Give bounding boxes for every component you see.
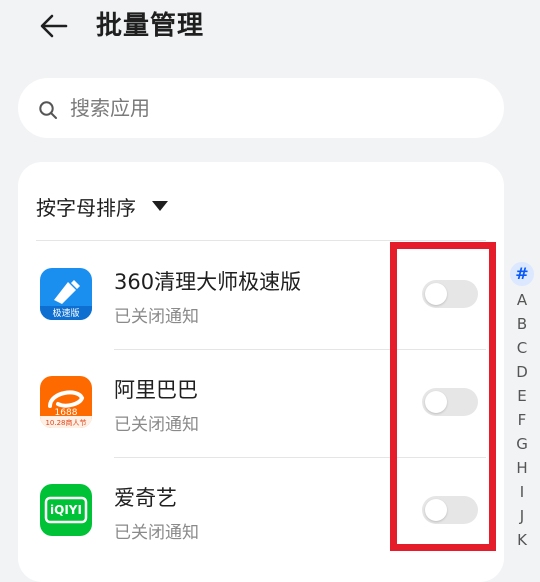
- list-item-app-alibaba: 1688 10.28商人节 阿里巴巴 已关闭通知: [18, 350, 504, 458]
- app-status: 已关闭通知: [114, 415, 199, 435]
- app-status: 已关闭通知: [114, 523, 199, 543]
- alphabet-index[interactable]: # A B C D E F G H I J K: [510, 262, 534, 552]
- search-input[interactable]: [70, 78, 470, 138]
- icon-caption: iQIYI: [50, 503, 82, 517]
- list-item-app-iqiyi: iQIYI 爱奇艺 已关闭通知: [18, 458, 504, 566]
- notification-toggle[interactable]: [422, 388, 478, 416]
- sort-dropdown[interactable]: 按字母排序: [36, 186, 168, 226]
- divider: [36, 240, 486, 241]
- alpha-index-letter[interactable]: H: [510, 456, 534, 480]
- page-title: 批量管理: [96, 11, 205, 41]
- search-icon: [39, 101, 57, 119]
- alpha-index-letter[interactable]: A: [510, 288, 534, 312]
- list-item-app-360: 极速版 360清理大师极速版 已关闭通知: [18, 242, 504, 350]
- toggle-knob: [425, 391, 447, 413]
- icon-caption: 极速版: [52, 309, 80, 319]
- alpha-index-hash[interactable]: #: [510, 262, 534, 286]
- icon-caption: 1688: [54, 408, 78, 418]
- alpha-index-letter[interactable]: G: [510, 432, 534, 456]
- app-name: 爱奇艺: [114, 486, 177, 510]
- alpha-index-letter[interactable]: F: [510, 408, 534, 432]
- alpha-index-letter[interactable]: B: [510, 312, 534, 336]
- alpha-index-letter[interactable]: J: [510, 504, 534, 528]
- toggle-knob: [425, 499, 447, 521]
- alpha-index-letter[interactable]: K: [510, 528, 534, 552]
- caret-down-icon: [152, 201, 168, 211]
- arrow-left-icon[interactable]: [36, 8, 72, 44]
- notification-toggle[interactable]: [422, 280, 478, 308]
- header: 批量管理: [0, 0, 540, 56]
- alpha-index-letter[interactable]: E: [510, 384, 534, 408]
- app-name: 阿里巴巴: [114, 378, 198, 402]
- alpha-index-letter[interactable]: D: [510, 360, 534, 384]
- app-name: 360清理大师极速版: [114, 270, 302, 294]
- app-status: 已关闭通知: [114, 307, 199, 327]
- notification-toggle[interactable]: [422, 496, 478, 524]
- alpha-index-letter[interactable]: I: [510, 480, 534, 504]
- icon-subcaption: 10.28商人节: [45, 419, 87, 427]
- alpha-index-letter[interactable]: C: [510, 336, 534, 360]
- toggle-knob: [425, 283, 447, 305]
- sort-label: 按字母排序: [36, 195, 136, 220]
